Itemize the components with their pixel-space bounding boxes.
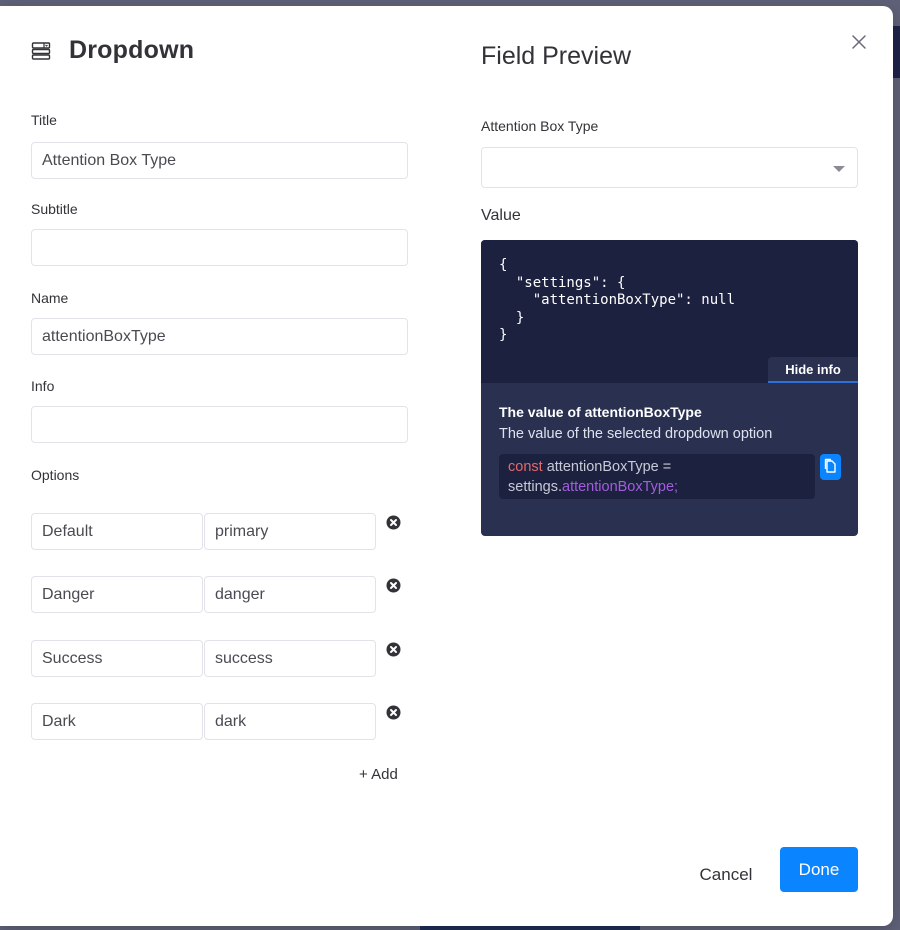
remove-option-icon[interactable] <box>386 578 401 593</box>
remove-option-icon[interactable] <box>386 705 401 720</box>
option-value-input[interactable] <box>204 703 376 740</box>
modal-title: Dropdown <box>69 36 195 64</box>
cancel-button[interactable]: Cancel <box>690 853 762 897</box>
snippet-prefix: settings. <box>508 479 562 495</box>
remove-option-icon[interactable] <box>386 515 401 530</box>
modal-header: Dropdown <box>31 36 194 65</box>
preview-dropdown[interactable] <box>481 147 858 188</box>
json-code-block: { "settings": { "attentionBoxType": null… <box>481 240 858 383</box>
hide-info-tab[interactable]: Hide info <box>768 357 858 383</box>
option-label-input[interactable] <box>31 703 203 740</box>
done-button[interactable]: Done <box>780 847 858 892</box>
close-icon[interactable] <box>849 32 869 52</box>
value-info-panel: { "settings": { "attentionBoxType": null… <box>481 240 858 536</box>
json-code: { "settings": { "attentionBoxType": null… <box>499 257 736 343</box>
option-row <box>31 640 409 677</box>
option-value-input[interactable] <box>204 513 376 550</box>
option-row <box>31 576 409 613</box>
option-value-input[interactable] <box>204 640 376 677</box>
title-label: Title <box>31 112 57 128</box>
snippet-keyword: const <box>508 459 543 475</box>
code-snippet: const attentionBoxType = settings.attent… <box>499 454 815 499</box>
preview-heading: Field Preview <box>481 42 632 70</box>
name-label: Name <box>31 290 69 306</box>
dropdown-settings-modal: Dropdown Title Subtitle Name Info Option… <box>0 6 893 926</box>
info-input[interactable] <box>31 406 408 443</box>
snippet-line1: attentionBoxType = <box>542 459 672 475</box>
info-title: The value of attentionBoxType <box>499 404 702 420</box>
snippet-property: attentionBoxType; <box>562 479 679 495</box>
title-input[interactable] <box>31 142 408 179</box>
add-option-button[interactable]: + Add <box>359 766 398 783</box>
copy-button[interactable] <box>820 454 841 480</box>
option-label-input[interactable] <box>31 576 203 613</box>
option-row <box>31 703 409 740</box>
preview-field-label: Attention Box Type <box>481 118 599 134</box>
options-label: Options <box>31 467 80 483</box>
option-value-input[interactable] <box>204 576 376 613</box>
backdrop-element <box>420 926 640 930</box>
subtitle-label: Subtitle <box>31 201 78 217</box>
option-row <box>31 513 409 550</box>
value-label: Value <box>481 207 521 224</box>
dropdown-icon <box>31 41 51 61</box>
subtitle-input[interactable] <box>31 229 408 266</box>
name-input[interactable] <box>31 318 408 355</box>
info-description: The value of the selected dropdown optio… <box>499 426 773 442</box>
option-label-input[interactable] <box>31 513 203 550</box>
backdrop <box>893 26 900 78</box>
info-label: Info <box>31 378 55 394</box>
option-label-input[interactable] <box>31 640 203 677</box>
chevron-down-icon <box>833 166 845 172</box>
remove-option-icon[interactable] <box>386 642 401 657</box>
copy-icon <box>824 458 837 477</box>
